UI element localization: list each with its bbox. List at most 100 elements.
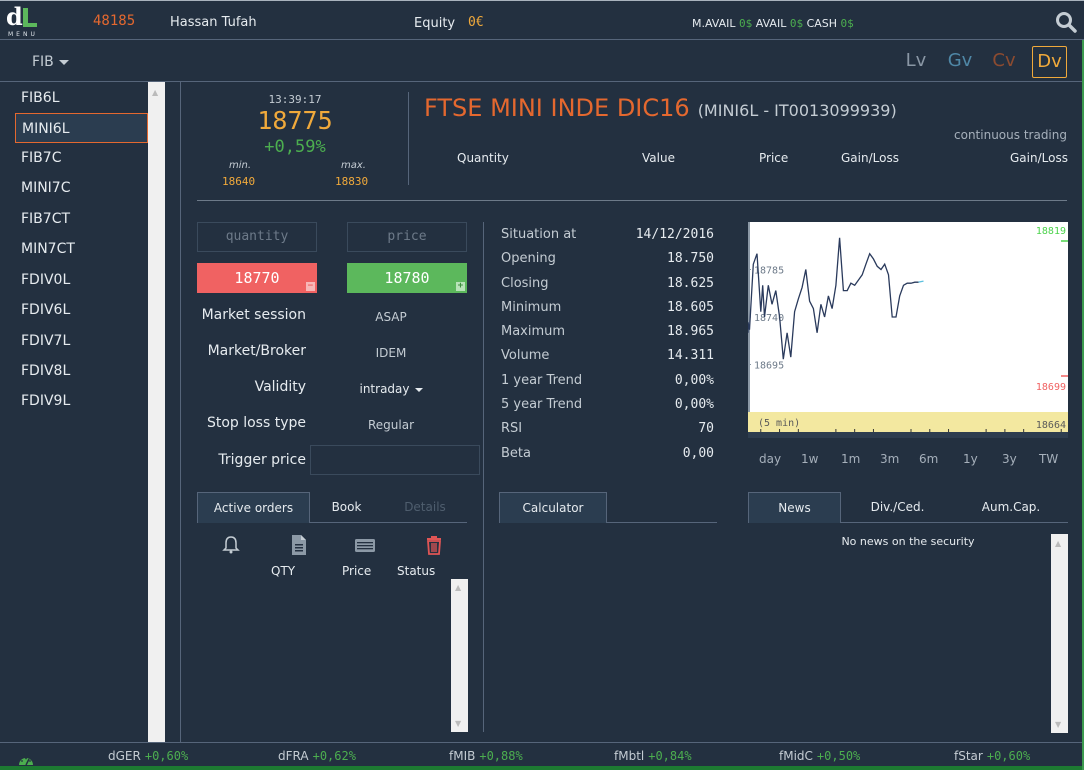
avail-label: AVAIL [755, 17, 787, 30]
sell-price: 18770 [234, 269, 280, 287]
period-3m[interactable]: 3m [880, 452, 899, 466]
scroll-down-icon[interactable]: ▼ [455, 719, 461, 728]
bell-icon[interactable] [220, 534, 242, 556]
orders-tab-row: Active orders Book Details [197, 492, 467, 523]
ticker-item[interactable]: fStar +0,60% [954, 749, 1030, 763]
stat-label: 1 year Trend [501, 373, 583, 388]
instrument-item[interactable]: FDIV8L [15, 356, 148, 386]
ticker-item[interactable]: fMbtl +0,84% [614, 749, 692, 763]
period-1w[interactable]: 1w [801, 452, 818, 466]
quantity-input[interactable]: quantity [197, 222, 317, 252]
instrument-item[interactable]: FIB7C [15, 143, 148, 173]
view-cv-button[interactable]: Cv [988, 46, 1020, 78]
tab-div-ced[interactable]: Div./Ced. [841, 492, 954, 523]
position-header-value: Value [642, 151, 675, 165]
max-value: 18830 [335, 175, 369, 188]
chart-period-selector: day 1w 1m 3m 6m 1y 3y TW [748, 452, 1068, 470]
avail-value: 0$ [789, 17, 804, 30]
tab-active-orders[interactable]: Active orders [197, 492, 310, 523]
orders-col-price: Price [342, 564, 372, 578]
instrument-item[interactable]: FIB6L [15, 83, 148, 113]
period-1m[interactable]: 1m [841, 452, 860, 466]
detail-panel: 13:39:17 18775 +0,59% min. max. 18640 18… [180, 82, 1084, 742]
instrument-item[interactable]: FDIV9L [15, 386, 148, 416]
instrument-item[interactable]: FDIV7L [15, 326, 148, 356]
instrument-item[interactable]: FDIV6L [15, 295, 148, 325]
logo-l-base [23, 23, 37, 27]
availability-summary: M.AVAIL 0$ AVAIL 0$ CASH 0$ [692, 17, 854, 30]
divider [483, 222, 484, 732]
tab-calculator[interactable]: Calculator [499, 492, 607, 523]
ticker-item[interactable]: fMIB +0,88% [449, 749, 523, 763]
ticker-name: dGER [108, 749, 141, 763]
instrument-item[interactable]: MIN7CT [15, 234, 148, 264]
trigger-price-input[interactable] [310, 445, 480, 475]
stat-label: Volume [501, 348, 550, 363]
ticker-change: +0,84% [648, 749, 692, 763]
ticker-change: +0,62% [312, 749, 356, 763]
divider [197, 200, 1067, 201]
scroll-up-icon[interactable]: ▲ [1055, 539, 1061, 548]
market-session-label: Market session [201, 307, 306, 323]
view-gv-button[interactable]: Gv [944, 46, 976, 78]
instrument-list-scrollbar[interactable]: ▲ [148, 82, 165, 742]
sell-button[interactable]: 18770 − [197, 263, 317, 293]
ticker-change: +0,60% [986, 749, 1031, 763]
stat-value: 18.750 [667, 251, 714, 266]
tab-news[interactable]: News [748, 492, 841, 523]
cash-label: CASH [806, 17, 838, 30]
market-dropdown[interactable]: FIB [32, 54, 69, 70]
document-icon[interactable] [288, 534, 310, 556]
stat-value: 14.311 [667, 348, 714, 363]
menu-logo-button[interactable]: d MENU [4, 4, 44, 38]
chart-x-axis-bar [748, 432, 1068, 438]
price-chart[interactable]: (5 min)186641878518740186951881918699101… [748, 222, 1068, 438]
gauge-icon[interactable] [18, 751, 34, 766]
chart-y-tick-label: 18695 [754, 361, 784, 372]
price-chart-svg: (5 min)186641878518740186951881918699101… [748, 222, 1068, 438]
ticker-item[interactable]: dFRA +0,62% [278, 749, 356, 763]
tab-details[interactable]: Details [383, 492, 467, 523]
scroll-up-icon[interactable]: ▲ [455, 583, 461, 592]
view-lv-button[interactable]: Lv [900, 46, 932, 78]
view-dv-button[interactable]: Dv [1032, 46, 1067, 78]
ticker-name: fMidC [779, 749, 813, 763]
period-day[interactable]: day [759, 452, 781, 466]
tab-book[interactable]: Book [310, 492, 383, 523]
stat-value: 14/12/2016 [635, 227, 714, 242]
chart-interval-label: (5 min) [758, 418, 800, 429]
footer-accent-bar [0, 766, 1084, 770]
chevron-down-icon [58, 59, 69, 65]
plus-icon[interactable]: + [456, 282, 465, 291]
trash-icon[interactable] [423, 534, 445, 556]
stat-label: 5 year Trend [501, 397, 583, 412]
stat-label: Beta [501, 446, 531, 461]
period-6m[interactable]: 6m [919, 452, 938, 466]
tab-aum-cap[interactable]: Aum.Cap. [954, 492, 1068, 523]
period-3y[interactable]: 3y [1002, 452, 1017, 466]
max-label: max. [341, 160, 366, 171]
instrument-item[interactable]: FDIV0L [15, 265, 148, 295]
period-tw[interactable]: TW [1039, 452, 1058, 466]
divider [408, 92, 409, 185]
buy-button[interactable]: 18780 + [347, 263, 467, 293]
minus-icon[interactable]: − [306, 282, 315, 291]
scroll-down-icon[interactable]: ▼ [1055, 720, 1061, 729]
price-input[interactable]: price [347, 222, 467, 252]
validity-dropdown[interactable]: intraday [331, 382, 451, 396]
ticker-name: dFRA [278, 749, 309, 763]
instrument-item[interactable]: MINI7C [15, 173, 148, 203]
calculator-tab-row: Calculator [499, 492, 717, 523]
period-1y[interactable]: 1y [963, 452, 978, 466]
news-scrollbar[interactable]: ▲ ▼ [1051, 534, 1068, 733]
list-icon[interactable] [354, 534, 376, 556]
instrument-item-selected[interactable]: MINI6L [15, 113, 148, 143]
cash-value: 0$ [840, 17, 854, 30]
ticker-item[interactable]: dGER +0,60% [108, 749, 188, 763]
ticker-item[interactable]: fMidC +0,50% [779, 749, 860, 763]
orders-scrollbar[interactable]: ▲ ▼ [451, 579, 468, 732]
scroll-up-icon[interactable]: ▲ [152, 88, 158, 97]
search-icon[interactable] [1055, 11, 1077, 33]
instrument-item[interactable]: FIB7CT [15, 204, 148, 234]
security-code: (MINI6L - IT0013099939) [697, 101, 897, 120]
